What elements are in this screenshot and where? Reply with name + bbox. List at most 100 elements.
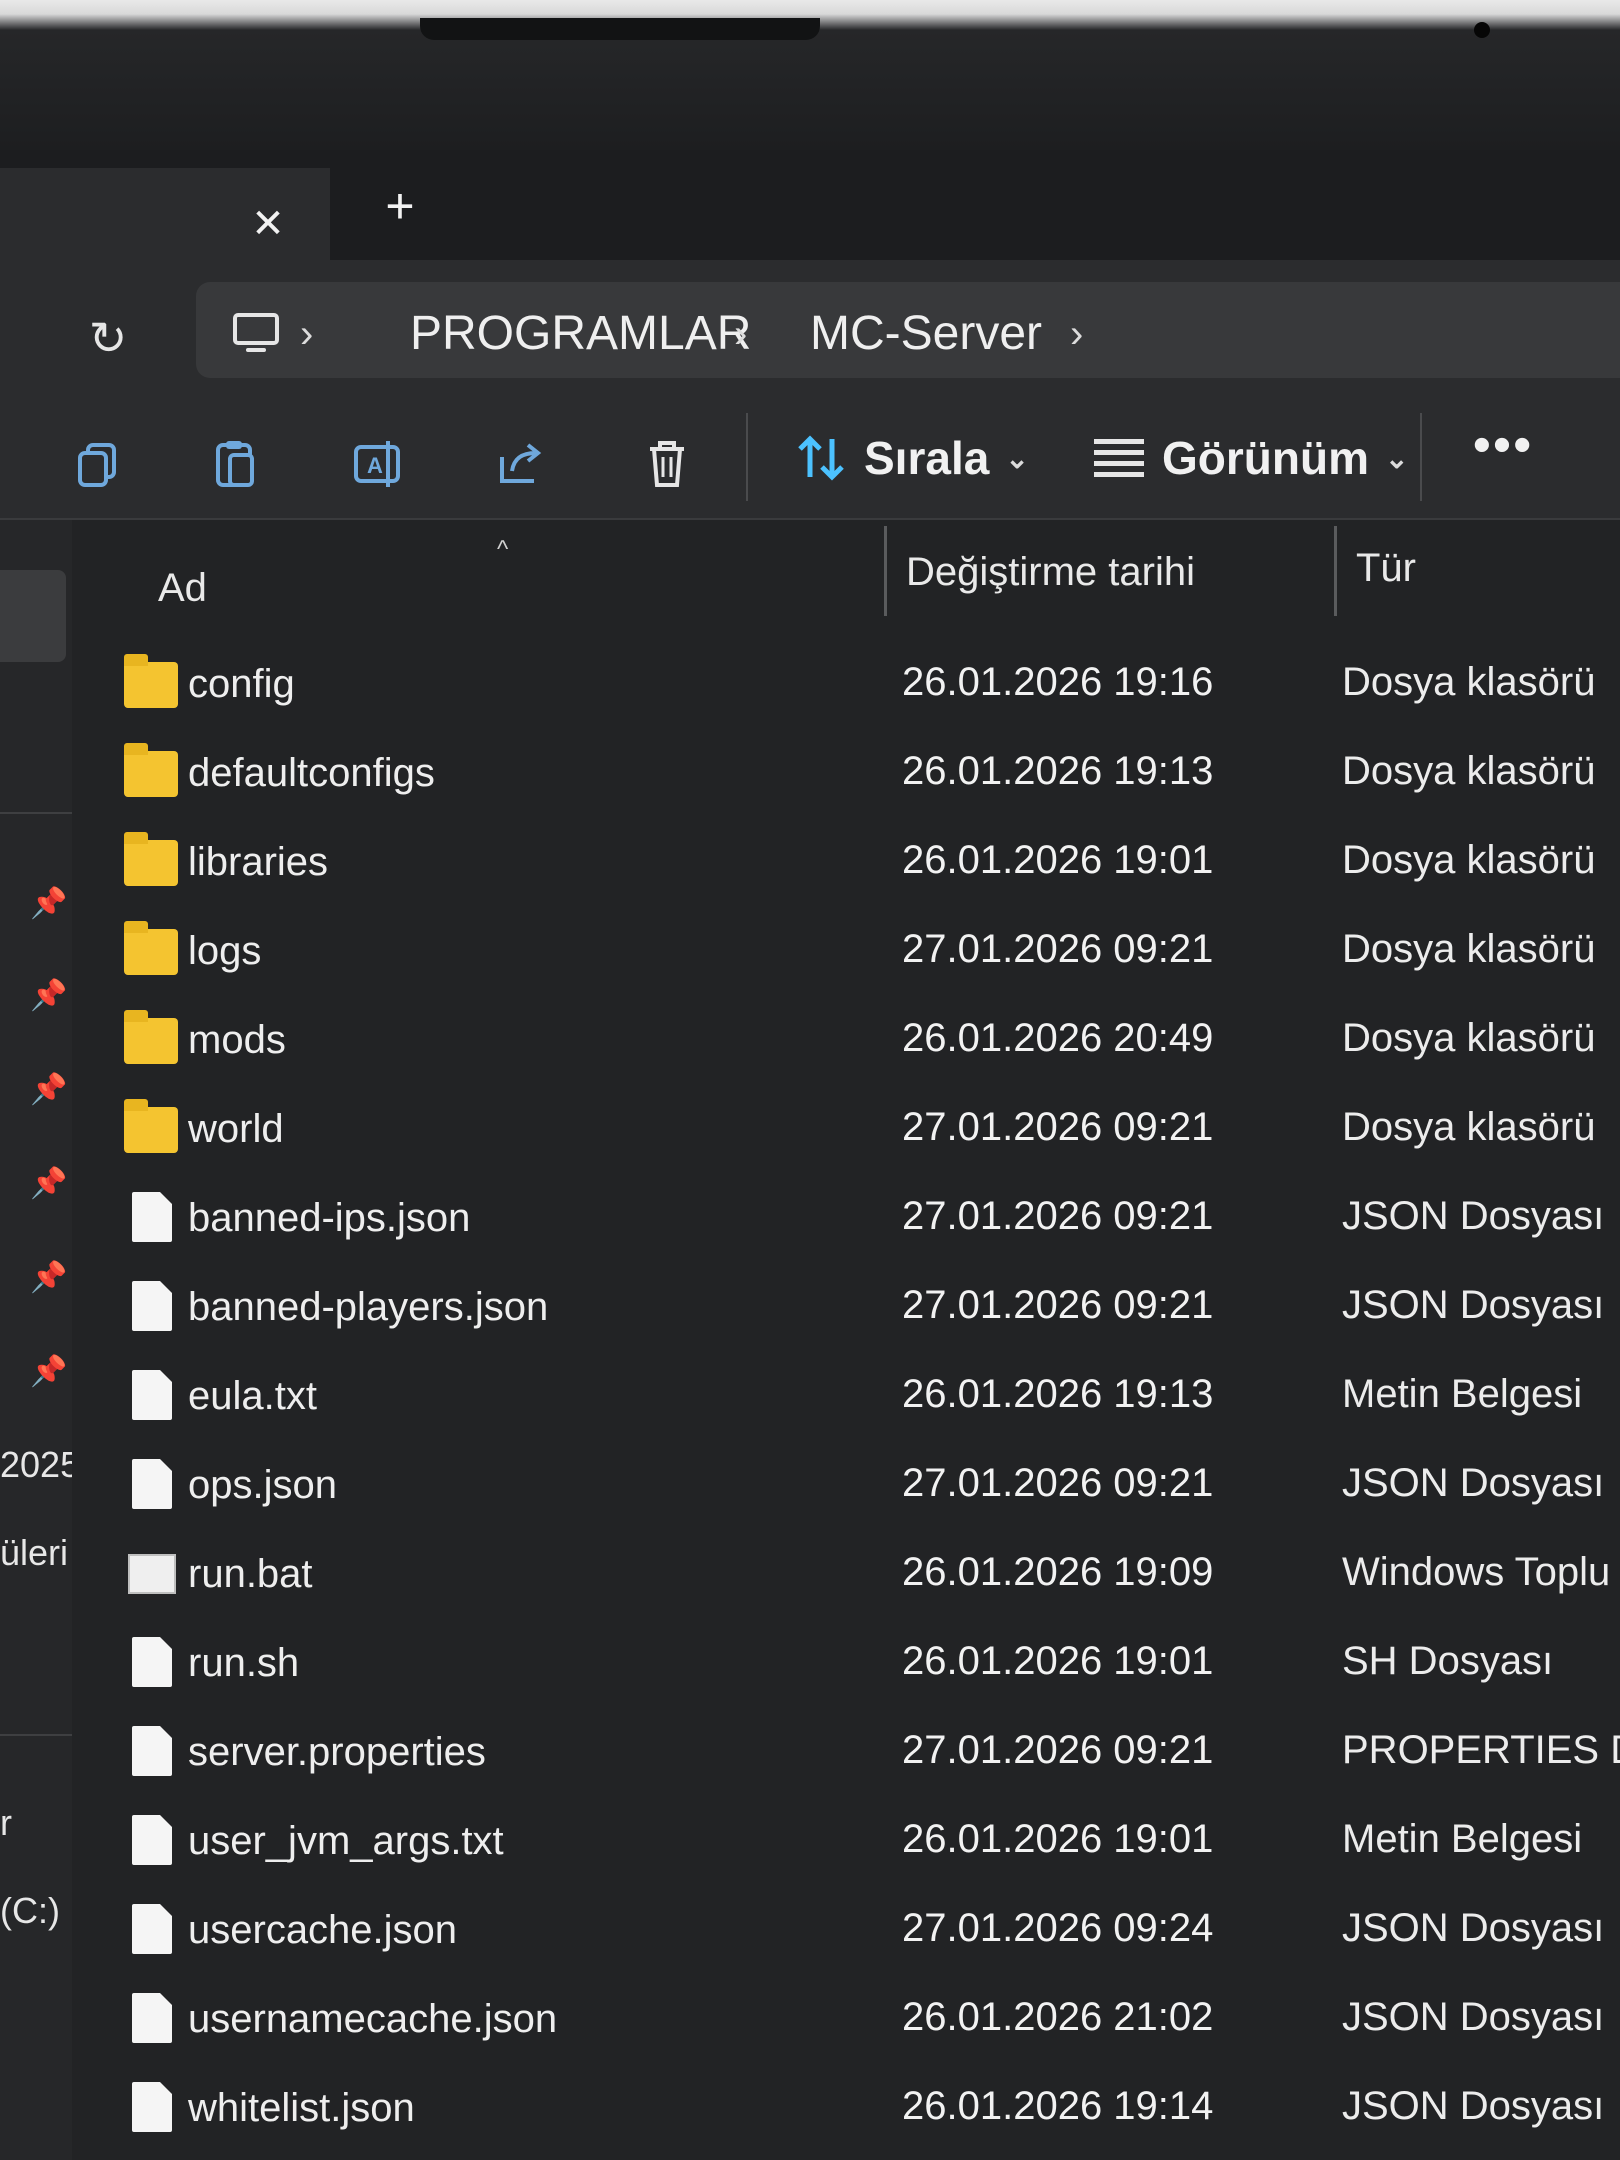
file-type: PROPERTIES Dosy (1342, 1728, 1620, 1772)
active-tab[interactable]: ✕ (0, 168, 330, 260)
file-name[interactable]: banned-ips.json (188, 1196, 470, 1241)
column-separator[interactable] (884, 526, 887, 616)
file-name[interactable]: user_jvm_args.txt (188, 1819, 504, 1864)
folder-icon (124, 743, 178, 797)
pin-icon[interactable]: 📌 (30, 1072, 68, 1110)
file-type: JSON Dosyası (1342, 2084, 1605, 2128)
pin-icon[interactable]: 📌 (30, 978, 68, 1016)
laptop-bezel (0, 0, 1620, 150)
column-header-type[interactable]: Tür (1356, 546, 1416, 591)
webcam (1474, 22, 1490, 38)
file-name[interactable]: ops.json (188, 1463, 337, 1508)
file-icon (132, 1993, 172, 2043)
title-bar: ✕ + (0, 150, 1620, 260)
file-type: Dosya klasörü (1342, 838, 1596, 882)
file-name[interactable]: defaultconfigs (188, 751, 435, 796)
view-button[interactable]: Görünüm ⌄ (1092, 425, 1408, 491)
breadcrumb-mc-server[interactable]: MC-Server (810, 306, 1042, 361)
paste-icon[interactable] (208, 435, 266, 493)
refresh-icon[interactable]: ↻ (80, 310, 136, 366)
file-icon (132, 1726, 172, 1776)
share-icon[interactable] (492, 435, 550, 493)
file-type: Dosya klasörü (1342, 927, 1596, 971)
file-name[interactable]: libraries (188, 840, 328, 885)
file-modified-date: 26.01.2026 19:09 (902, 1550, 1214, 1594)
sort-direction-icon: ^ (497, 536, 509, 563)
file-row[interactable]: config 26.01.2026 19:16 Dosya klasörü (72, 644, 1620, 730)
copy-icon[interactable] (70, 435, 128, 493)
file-type: SH Dosyası (1342, 1639, 1554, 1683)
pin-icon[interactable]: 📌 (30, 1260, 68, 1298)
file-row[interactable]: whitelist.json 26.01.2026 19:14 JSON Dosya… (72, 2068, 1620, 2154)
pin-icon[interactable]: 📌 (30, 1354, 68, 1392)
sort-button[interactable]: Sırala ⌄ (794, 425, 1029, 491)
close-tab-icon[interactable]: ✕ (240, 196, 296, 252)
file-name[interactable]: world (188, 1107, 284, 1152)
column-header-modified[interactable]: Değiştirme tarihi (906, 550, 1195, 595)
file-name[interactable]: run.bat (188, 1552, 313, 1597)
this-pc-icon[interactable] (232, 312, 280, 356)
column-separator[interactable] (1334, 526, 1337, 616)
nav-item-selected[interactable] (0, 570, 66, 662)
file-type: Metin Belgesi (1342, 1372, 1583, 1416)
address-bar[interactable]: › PROGRAMLAR › MC-Server › (196, 282, 1620, 378)
file-modified-date: 27.01.2026 09:24 (902, 1906, 1214, 1950)
file-row[interactable]: user_jvm_args.txt 26.01.2026 19:01 Metin B… (72, 1801, 1620, 1887)
file-name[interactable]: logs (188, 929, 261, 974)
delete-icon[interactable] (638, 435, 696, 493)
more-options-icon[interactable]: ••• (1468, 419, 1538, 485)
file-list: ^ Ad Değiştirme tarihi Tür config 26.01.2… (72, 520, 1620, 2160)
file-row[interactable]: usernamecache.json 26.01.2026 21:02 JSON D… (72, 1979, 1620, 2065)
nav-item-label[interactable]: 2025 (0, 1444, 80, 1486)
file-row[interactable]: mods 26.01.2026 20:49 Dosya klasörü (72, 1000, 1620, 1086)
toolbar-divider (746, 413, 748, 501)
file-row[interactable]: libraries 26.01.2026 19:01 Dosya klasörü (72, 822, 1620, 908)
file-row[interactable]: run.bat 26.01.2026 19:09 Windows Toplu İş (72, 1534, 1620, 1620)
file-name[interactable]: config (188, 662, 295, 707)
chevron-down-icon: ⌄ (1384, 442, 1409, 474)
rename-icon[interactable]: A (348, 435, 406, 493)
breadcrumb-programlar[interactable]: PROGRAMLAR (410, 306, 751, 361)
column-header-name[interactable]: Ad (158, 566, 207, 611)
file-row[interactable]: run.sh 26.01.2026 19:01 SH Dosyası (72, 1623, 1620, 1709)
sort-label: Sırala (864, 432, 990, 484)
breadcrumb-separator[interactable]: › (1070, 312, 1083, 357)
breadcrumb-separator[interactable]: › (300, 312, 313, 357)
file-type: Windows Toplu İş (1342, 1550, 1620, 1594)
file-row[interactable]: defaultconfigs 26.01.2026 19:13 Dosya klas… (72, 733, 1620, 819)
file-row[interactable]: logs 27.01.2026 09:21 Dosya klasörü (72, 911, 1620, 997)
file-row[interactable]: world 27.01.2026 09:21 Dosya klasörü (72, 1089, 1620, 1175)
breadcrumb-separator[interactable]: › (734, 312, 747, 357)
file-type: Dosya klasörü (1342, 660, 1596, 704)
file-name[interactable]: whitelist.json (188, 2086, 415, 2131)
file-icon (132, 1281, 172, 1331)
file-row[interactable]: banned-ips.json 27.01.2026 09:21 JSON Dosy… (72, 1178, 1620, 1264)
nav-item-drive-c[interactable]: (C:) (0, 1890, 60, 1932)
file-name[interactable]: usernamecache.json (188, 1997, 557, 2042)
file-row[interactable]: server.properties 27.01.2026 09:21 PROPERT… (72, 1712, 1620, 1798)
file-row[interactable]: ops.json 27.01.2026 09:21 JSON Dosyası (72, 1445, 1620, 1531)
nav-divider (0, 812, 78, 814)
file-name[interactable]: banned-players.json (188, 1285, 548, 1330)
pin-icon[interactable]: 📌 (30, 1166, 68, 1204)
view-label: Görünüm (1162, 432, 1369, 484)
nav-divider (0, 1734, 78, 1736)
nav-item-label[interactable]: r (0, 1802, 12, 1844)
file-icon (132, 1637, 172, 1687)
file-name[interactable]: mods (188, 1018, 286, 1063)
file-name[interactable]: usercache.json (188, 1908, 457, 1953)
file-name[interactable]: run.sh (188, 1641, 299, 1686)
new-tab-button[interactable]: + (370, 176, 430, 236)
file-name[interactable]: server.properties (188, 1730, 486, 1775)
file-modified-date: 27.01.2026 09:21 (902, 927, 1214, 971)
file-row[interactable]: eula.txt 26.01.2026 19:13 Metin Belgesi (72, 1356, 1620, 1442)
folder-icon (124, 654, 178, 708)
folder-icon (124, 921, 178, 975)
file-name[interactable]: eula.txt (188, 1374, 317, 1419)
file-row[interactable]: banned-players.json 27.01.2026 09:21 JSON … (72, 1267, 1620, 1353)
pin-icon[interactable]: 📌 (30, 886, 68, 924)
file-modified-date: 27.01.2026 09:21 (902, 1194, 1214, 1238)
nav-item-label[interactable]: üleri (0, 1532, 68, 1574)
file-row[interactable]: usercache.json 27.01.2026 09:24 JSON Dosya… (72, 1890, 1620, 1976)
toolbar-divider (1420, 413, 1422, 501)
